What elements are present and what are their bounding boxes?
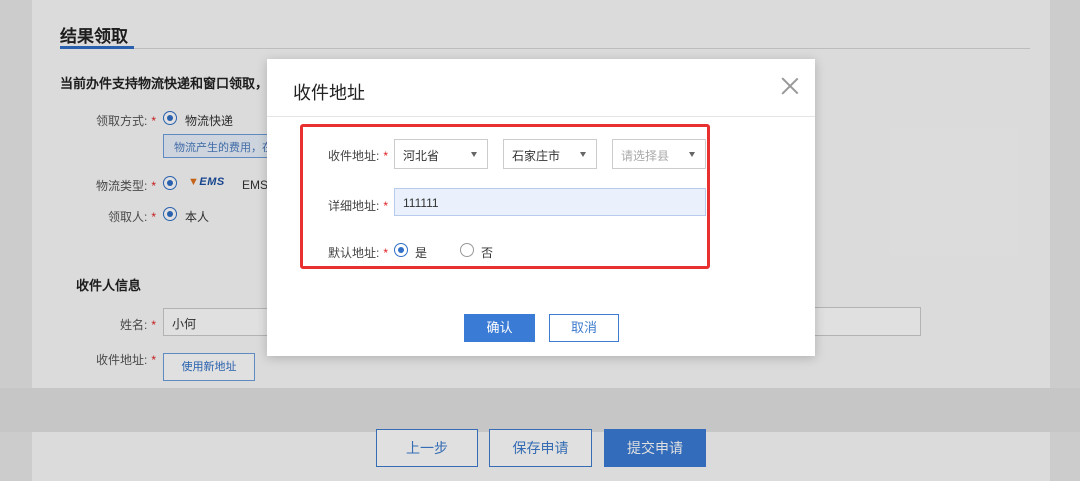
detail-address-label: 详细地址: * — [328, 199, 389, 213]
close-icon[interactable] — [779, 75, 801, 97]
province-select[interactable]: 河北省 — [394, 139, 488, 169]
default-yes-radio[interactable] — [394, 243, 408, 257]
modal-address-label: 收件地址: * — [328, 149, 389, 163]
default-no-radio[interactable] — [460, 243, 474, 257]
county-select[interactable]: 请选择县 — [612, 139, 706, 169]
confirm-button[interactable]: 确认 — [464, 314, 535, 342]
chevron-down-icon — [471, 152, 477, 157]
cancel-button[interactable]: 取消 — [549, 314, 619, 342]
chevron-down-icon — [689, 152, 695, 157]
modal-title: 收件地址 — [293, 83, 365, 103]
detail-address-input[interactable]: 111111 — [394, 188, 706, 216]
chevron-down-icon — [580, 152, 586, 157]
address-modal: 收件地址 收件地址: * 河北省 石家庄市 请选择县 详细地址: * 111111 … — [267, 59, 815, 356]
city-select[interactable]: 石家庄市 — [503, 139, 597, 169]
default-address-label: 默认地址: * — [328, 246, 389, 260]
default-no-label: 否 — [481, 246, 494, 260]
default-yes-label: 是 — [415, 246, 428, 260]
modal-divider — [267, 116, 815, 117]
